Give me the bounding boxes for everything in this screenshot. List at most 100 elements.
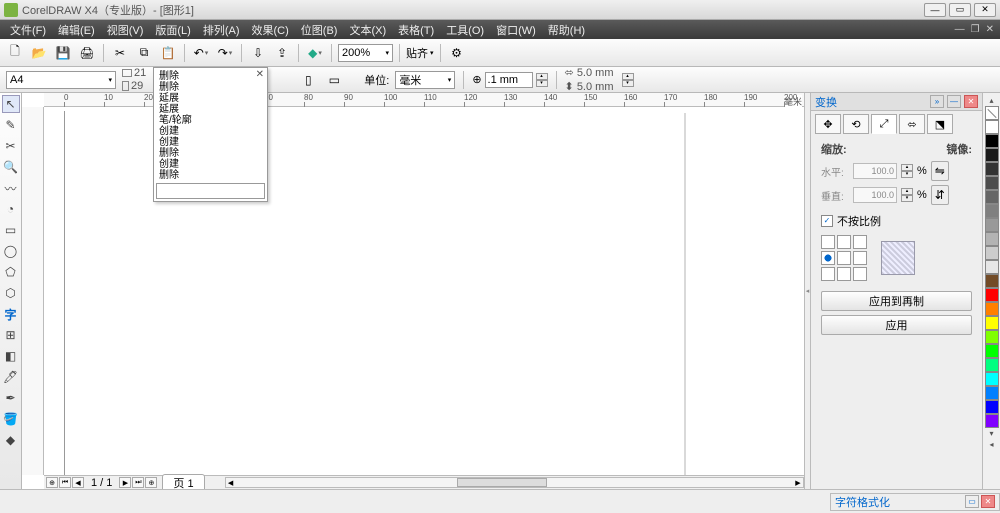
mirror-h-icon[interactable]: ⇋ <box>931 161 949 181</box>
color-swatch[interactable] <box>985 316 999 330</box>
undo-history-item[interactable]: 创建 <box>156 126 265 137</box>
undo-filter-input[interactable] <box>156 183 265 199</box>
undo-history-item[interactable]: 删除 <box>156 148 265 159</box>
shape-tool-icon[interactable]: ✎ <box>2 116 20 134</box>
undo-history-item[interactable]: 延展 <box>156 104 265 115</box>
outline-tool-icon[interactable]: ✒ <box>2 389 20 407</box>
palette-up-icon[interactable]: ▴ <box>989 95 993 106</box>
scale-h-input[interactable] <box>853 163 897 179</box>
interactive-tool-icon[interactable]: ◧ <box>2 347 20 365</box>
color-swatch[interactable] <box>985 302 999 316</box>
export-icon[interactable]: ⇪ <box>272 43 292 63</box>
copy-icon[interactable]: ⧉ <box>134 43 154 63</box>
menu-bitmaps[interactable]: 位图(B) <box>295 22 344 38</box>
color-swatch[interactable] <box>985 204 999 218</box>
color-swatch[interactable] <box>985 372 999 386</box>
fill-tool-icon[interactable]: 🪣 <box>2 410 20 428</box>
add-page-icon[interactable]: ⊕ <box>46 477 58 488</box>
redo-dropdown[interactable]: ↷ <box>215 43 235 63</box>
menu-layout[interactable]: 版面(L) <box>149 22 196 38</box>
zoom-tool-icon[interactable]: 🔍 <box>2 158 20 176</box>
apply-duplicate-button[interactable]: 应用到再制 <box>821 291 972 311</box>
undo-history-item[interactable]: 延展 <box>156 93 265 104</box>
freehand-tool-icon[interactable]: 〰 <box>2 179 20 197</box>
nudge-field[interactable]: .1 mm <box>485 72 533 88</box>
mirror-v-icon[interactable]: ⇵ <box>931 185 949 205</box>
color-swatch[interactable] <box>985 148 999 162</box>
minimize-button[interactable]: — <box>924 3 946 17</box>
no-color-swatch[interactable] <box>985 106 999 120</box>
landscape-icon[interactable]: ▭ <box>324 70 344 90</box>
page-size-combo[interactable]: A4▾ <box>6 71 116 89</box>
eyedropper-icon[interactable]: 🖊 <box>2 368 20 386</box>
color-swatch[interactable] <box>985 330 999 344</box>
undo-history-item[interactable]: 创建 <box>156 159 265 170</box>
last-page-icon[interactable]: ⏭ <box>132 477 144 488</box>
next-page-icon[interactable]: ▶ <box>119 477 131 488</box>
new-icon[interactable]: 🗋 <box>5 43 25 63</box>
status-docker-min-icon[interactable]: ▭ <box>965 495 979 508</box>
menu-file[interactable]: 文件(F) <box>4 22 52 38</box>
color-swatch[interactable] <box>985 134 999 148</box>
ellipse-tool-icon[interactable]: ◯ <box>2 242 20 260</box>
page-tab[interactable]: 页 1 <box>162 474 204 489</box>
basic-shapes-icon[interactable]: ⬡ <box>2 284 20 302</box>
interactive-fill-icon[interactable]: ◆ <box>2 431 20 449</box>
docker-close-icon[interactable]: ✕ <box>964 95 978 108</box>
undo-dropdown[interactable]: ↶ <box>191 43 211 63</box>
pick-tool-icon[interactable]: ↖ <box>2 95 20 113</box>
color-swatch[interactable] <box>985 218 999 232</box>
color-swatch[interactable] <box>985 232 999 246</box>
doc-minimize[interactable]: — <box>955 24 965 35</box>
proportional-checkbox[interactable]: ✓ <box>821 215 833 227</box>
crop-tool-icon[interactable]: ✂ <box>2 137 20 155</box>
panel-close-icon[interactable]: ✕ <box>256 69 264 80</box>
import-icon[interactable]: ⇩ <box>248 43 268 63</box>
doc-close[interactable]: ✕ <box>986 24 994 35</box>
close-button[interactable]: ✕ <box>974 3 996 17</box>
color-swatch[interactable] <box>985 162 999 176</box>
doc-restore[interactable]: ❐ <box>971 24 980 35</box>
rectangle-tool-icon[interactable]: ▭ <box>2 221 20 239</box>
open-icon[interactable]: 📂 <box>29 43 49 63</box>
transform-tab-scale[interactable]: ⤢ <box>871 114 897 134</box>
text-tool-icon[interactable]: 字 <box>2 305 20 323</box>
undo-history-item[interactable]: 笔/轮廓 <box>156 115 265 126</box>
first-page-icon[interactable]: ⏮ <box>59 477 71 488</box>
color-swatch[interactable] <box>985 400 999 414</box>
scale-v-input[interactable] <box>853 187 897 203</box>
color-swatch[interactable] <box>985 386 999 400</box>
undo-history-item[interactable]: 创建 <box>156 137 265 148</box>
undo-history-item[interactable]: 删除 <box>156 82 265 93</box>
add-page-after-icon[interactable]: ⊕ <box>145 477 157 488</box>
menu-arrange[interactable]: 排列(A) <box>197 22 246 38</box>
hscrollbar[interactable]: ◀ ▶ <box>225 477 804 488</box>
color-swatch[interactable] <box>985 176 999 190</box>
unit-combo[interactable]: 毫米▾ <box>395 71 455 89</box>
status-docker-close-icon[interactable]: ✕ <box>981 495 995 508</box>
color-swatch[interactable] <box>985 190 999 204</box>
undo-history-item[interactable]: 删除 <box>156 71 265 82</box>
color-swatch[interactable] <box>985 274 999 288</box>
transform-tab-position[interactable]: ✥ <box>815 114 841 134</box>
options-icon[interactable]: ⚙ <box>447 43 467 63</box>
apply-button[interactable]: 应用 <box>821 315 972 335</box>
menu-window[interactable]: 窗口(W) <box>490 22 542 38</box>
transform-tab-skew[interactable]: ⬔ <box>927 114 953 134</box>
menu-effects[interactable]: 效果(C) <box>246 22 295 38</box>
zoom-combo[interactable]: 200%▾ <box>338 44 393 62</box>
table-tool-icon[interactable]: ⊞ <box>2 326 20 344</box>
transform-tab-rotate[interactable]: ⟲ <box>843 114 869 134</box>
color-swatch[interactable] <box>985 414 999 428</box>
transform-tab-size[interactable]: ⬄ <box>899 114 925 134</box>
print-icon[interactable]: 🖨 <box>77 43 97 63</box>
docker-expand-icon[interactable]: » <box>930 95 944 108</box>
menu-text[interactable]: 文本(X) <box>343 22 392 38</box>
color-swatch[interactable] <box>985 120 999 134</box>
undo-history-item[interactable]: 删除 <box>156 170 265 181</box>
cut-icon[interactable]: ✂ <box>110 43 130 63</box>
menu-tools[interactable]: 工具(O) <box>440 22 490 38</box>
anchor-grid[interactable] <box>821 235 867 281</box>
menu-edit[interactable]: 编辑(E) <box>52 22 101 38</box>
color-swatch[interactable] <box>985 260 999 274</box>
